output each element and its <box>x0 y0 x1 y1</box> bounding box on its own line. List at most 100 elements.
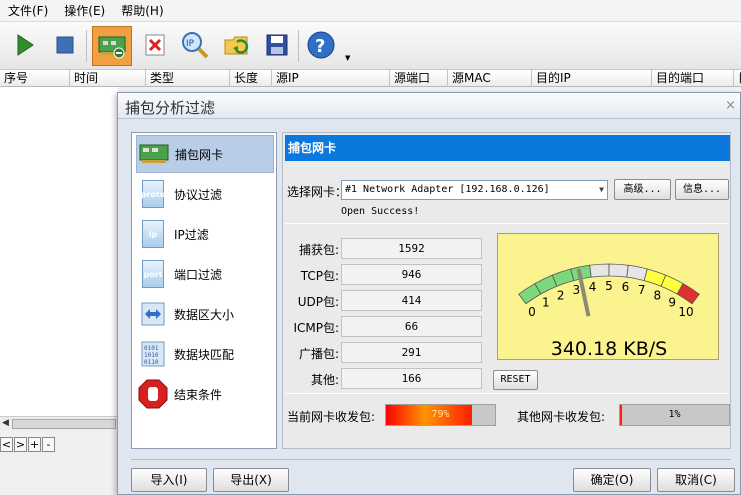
current-adapter-percent: 79% <box>431 409 450 420</box>
icmp-label: ICMP包: <box>293 321 339 335</box>
nav-label: 端口过滤 <box>174 267 223 282</box>
nav-label: 数据区大小 <box>174 307 235 322</box>
gauge-tick-label: 2 <box>557 288 565 302</box>
remove-button[interactable]: - <box>42 437 55 452</box>
current-adapter-label: 当前网卡收发包: <box>287 410 376 424</box>
dialog-title-bar[interactable]: 捕包分析过滤 × <box>118 93 740 119</box>
svg-text:IP: IP <box>186 39 195 49</box>
adapter-select-value: #1 Network Adapter [192.168.0.126] <box>345 184 550 195</box>
column-src-port[interactable]: 源端口 <box>390 70 448 87</box>
scrollbar-thumb[interactable] <box>12 419 116 429</box>
other-label: 其他: <box>310 373 339 387</box>
column-dst-more[interactable]: 目 <box>734 70 741 87</box>
nav-label: 协议过滤 <box>174 187 223 202</box>
advanced-button[interactable]: 高级... <box>614 179 671 200</box>
next-button[interactable]: > <box>14 437 27 452</box>
column-src-mac[interactable]: 源MAC <box>448 70 532 87</box>
divider <box>285 393 728 394</box>
divider <box>285 223 728 224</box>
gauge-tick-label: 0 <box>528 305 536 319</box>
tcp-value: 946 <box>341 264 482 285</box>
clear-icon[interactable] <box>138 28 172 62</box>
chevron-down-icon[interactable]: ▼ <box>599 181 604 199</box>
stop-hand-icon <box>138 379 168 409</box>
gauge-segment <box>551 268 575 287</box>
throughput-readout: 340.18 KB/S <box>550 338 668 360</box>
nav-item-protocol-filter[interactable]: proto 协议过滤 <box>136 175 274 213</box>
cancel-button[interactable]: 取消(C) <box>657 468 735 492</box>
adapter-settings-panel: 捕包网卡 选择网卡： #1 Network Adapter [192.168.0… <box>282 132 731 449</box>
scroll-left-icon[interactable]: ◀ <box>2 418 9 428</box>
network-card-icon <box>139 139 169 169</box>
nav-label: 数据块匹配 <box>174 347 235 362</box>
column-index[interactable]: 序号 <box>0 70 70 87</box>
other-value: 166 <box>341 368 482 389</box>
packet-list[interactable] <box>0 87 118 417</box>
prev-button[interactable]: < <box>0 437 13 452</box>
menu-operate[interactable]: 操作(E) <box>56 0 113 22</box>
svg-text:1010: 1010 <box>144 352 159 359</box>
play-icon[interactable] <box>8 28 42 62</box>
gauge-segment <box>626 264 648 282</box>
protocol-doc-icon: proto <box>141 180 165 208</box>
gauge-tick-label: 7 <box>638 283 646 297</box>
nav-label: 结束条件 <box>174 387 223 402</box>
column-dst-port[interactable]: 目的端口 <box>652 70 734 87</box>
svg-text:0101: 0101 <box>144 345 159 352</box>
open-icon[interactable] <box>220 28 254 62</box>
broadcast-value: 291 <box>341 342 482 363</box>
menu-file[interactable]: 文件(F) <box>0 0 56 22</box>
icmp-value: 66 <box>341 316 482 337</box>
status-area <box>0 453 118 495</box>
nav-item-ip-filter[interactable]: ip IP过滤 <box>136 215 274 253</box>
nav-item-end-condition[interactable]: 结束条件 <box>136 375 274 413</box>
column-time[interactable]: 时间 <box>70 70 146 87</box>
export-button[interactable]: 导出(X) <box>213 468 289 492</box>
horizontal-scrollbar[interactable]: ◀ <box>0 416 118 430</box>
add-button[interactable]: + <box>28 437 41 452</box>
column-length[interactable]: 长度 <box>230 70 272 87</box>
adapter-icon[interactable] <box>92 26 132 66</box>
capture-filter-dialog: 捕包分析过滤 × 捕包网卡 proto 协议过滤 ip IP过滤 port 端口… <box>117 92 741 495</box>
adapter-select[interactable]: #1 Network Adapter [192.168.0.126] ▼ <box>341 180 608 200</box>
gauge-tick-label: 4 <box>589 280 597 294</box>
ok-button[interactable]: 确定(O) <box>573 468 651 492</box>
column-type[interactable]: 类型 <box>146 70 230 87</box>
menu-bar: 文件(F) 操作(E) 帮助(H) <box>0 0 741 22</box>
reset-button[interactable]: RESET <box>493 370 538 390</box>
save-icon[interactable] <box>260 28 294 62</box>
column-src-ip[interactable]: 源IP <box>272 70 390 87</box>
menu-help[interactable]: 帮助(H) <box>113 0 171 22</box>
toolbar-separator <box>298 30 299 62</box>
throughput-gauge: 0 1 2 3 4 5 6 7 8 9 10 340.18 KB/S <box>497 233 719 360</box>
chevron-down-icon[interactable]: ▼ <box>345 54 350 62</box>
gauge-segment <box>608 263 629 278</box>
info-button[interactable]: 信息... <box>675 179 729 200</box>
nav-item-block-match[interactable]: 0101 1010 0110 数据块匹配 <box>136 335 274 373</box>
filter-nav-panel: 捕包网卡 proto 协议过滤 ip IP过滤 port 端口过滤 数据区大小 … <box>131 132 277 449</box>
nav-item-port-filter[interactable]: port 端口过滤 <box>136 255 274 293</box>
tcp-label: TCP包: <box>300 269 339 283</box>
svg-text:?: ? <box>315 36 325 57</box>
gauge-tick-label: 10 <box>678 305 693 319</box>
close-icon[interactable]: × <box>725 98 736 113</box>
gauge-tick-label: 8 <box>654 288 662 302</box>
import-button[interactable]: 导入(I) <box>131 468 207 492</box>
help-icon[interactable]: ? <box>304 28 338 62</box>
nav-item-capture-adapter[interactable]: 捕包网卡 <box>136 135 274 173</box>
stop-icon[interactable] <box>48 28 82 62</box>
binary-icon: 0101 1010 0110 <box>138 339 168 369</box>
section-header: 捕包网卡 <box>285 135 730 161</box>
gauge-tick-label: 5 <box>605 279 613 293</box>
gauge-tick-label: 9 <box>668 296 676 310</box>
ip-search-icon[interactable]: IP <box>178 28 212 62</box>
column-dst-ip[interactable]: 目的IP <box>532 70 652 87</box>
other-adapter-bar: 1% <box>619 404 730 426</box>
udp-value: 414 <box>341 290 482 311</box>
nav-item-data-size[interactable]: 数据区大小 <box>136 295 274 333</box>
dialog-title: 捕包分析过滤 <box>125 99 216 117</box>
other-adapter-percent: 1% <box>668 409 681 420</box>
port-doc-icon: port <box>142 260 164 288</box>
toolbar: IP ? ▼ <box>0 22 741 70</box>
gauge-tick-label: 3 <box>572 283 580 297</box>
